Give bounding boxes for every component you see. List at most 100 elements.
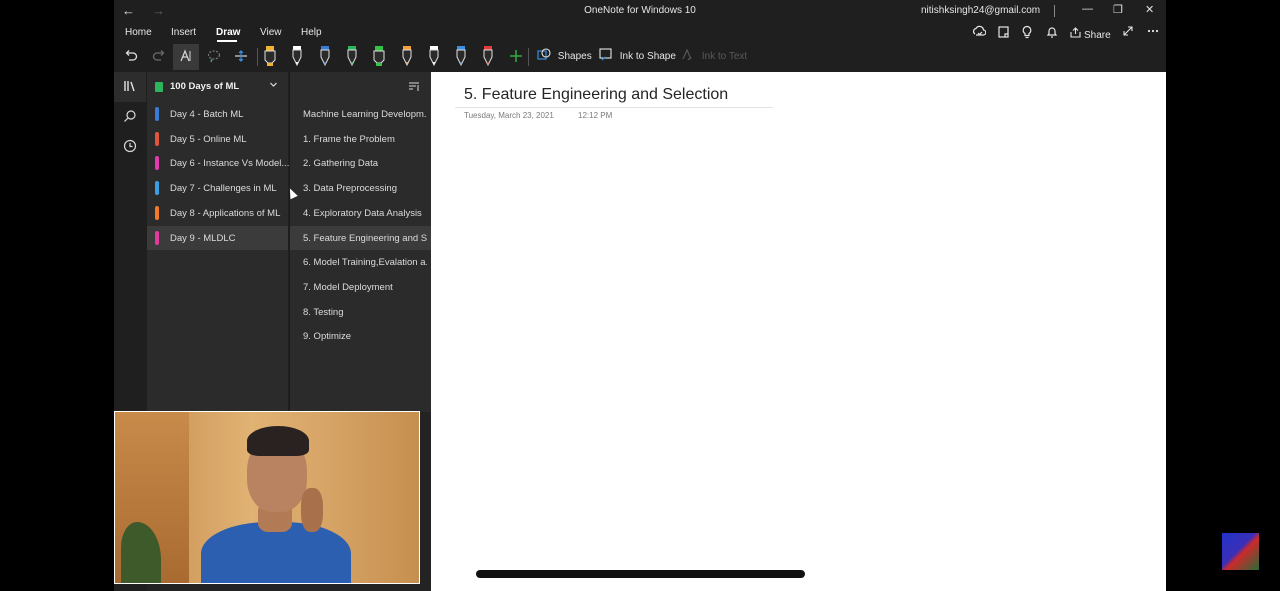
section-color-tab xyxy=(155,131,159,146)
undo-icon[interactable] xyxy=(123,48,139,67)
section-item[interactable]: Day 6 - Instance Vs Model... xyxy=(147,151,289,175)
pages-pane: Machine Learning Developm... 1. Frame the… xyxy=(289,72,432,412)
page-date: Tuesday, March 23, 2021 xyxy=(464,111,554,120)
section-color-tab xyxy=(155,230,159,245)
ink-to-text-label: Ink to Text xyxy=(701,51,748,62)
ink-to-text-button[interactable]: Ink to Text xyxy=(681,48,747,62)
pen-icon[interactable] xyxy=(290,45,304,67)
page-item[interactable]: 1. Frame the Problem xyxy=(290,127,432,151)
section-item[interactable]: Day 9 - MLDLC xyxy=(147,225,288,250)
active-tab-indicator xyxy=(217,40,237,42)
page-label: 9. Optimize xyxy=(303,331,352,343)
page-item[interactable]: 6. Model Training,Evalation a... xyxy=(290,250,432,274)
section-item[interactable]: Day 4 - Batch ML xyxy=(147,102,288,126)
webcam-person-hand xyxy=(301,488,323,532)
redo-icon[interactable] xyxy=(151,48,167,67)
shapes-label: Shapes xyxy=(557,51,592,62)
section-item[interactable]: Day 7 - Challenges in ML xyxy=(147,176,288,200)
eraser-icon[interactable] xyxy=(233,48,249,67)
tab-draw[interactable]: Draw xyxy=(216,27,240,38)
search-icon[interactable] xyxy=(123,109,137,126)
pen-icon[interactable] xyxy=(345,45,359,67)
shapes-button[interactable]: Shapes xyxy=(537,48,592,62)
tab-help[interactable]: Help xyxy=(301,27,322,38)
recent-icon[interactable] xyxy=(123,139,137,156)
page-label: 8. Testing xyxy=(303,306,344,318)
page-label: 7. Model Deployment xyxy=(303,281,393,293)
section-color-tab xyxy=(155,107,159,121)
section-label: Day 8 - Applications of ML xyxy=(170,207,281,219)
share-button[interactable]: Share xyxy=(1070,27,1111,41)
ribbon-tabs: Home Insert Draw View Help Share xyxy=(114,22,1166,44)
tab-view[interactable]: View xyxy=(260,27,282,38)
bell-icon[interactable] xyxy=(1046,25,1058,42)
webcam-person-hair xyxy=(247,426,309,456)
page-item[interactable]: 9. Optimize xyxy=(290,324,432,348)
close-button[interactable]: ✕ xyxy=(1145,3,1154,16)
channel-logo xyxy=(1222,533,1259,570)
page-label: 1. Frame the Problem xyxy=(303,133,395,145)
title-underline xyxy=(455,107,773,108)
ink-to-shape-icon xyxy=(599,48,612,61)
pen-icon[interactable] xyxy=(454,45,468,67)
page-item[interactable]: 7. Model Deployment xyxy=(290,275,432,299)
chevron-down-icon xyxy=(269,80,278,91)
page-item[interactable]: 8. Testing xyxy=(290,300,432,324)
section-label: Day 9 - MLDLC xyxy=(170,232,236,244)
pen-icon[interactable] xyxy=(427,45,441,67)
page-item[interactable]: 3. Data Preprocessing xyxy=(290,176,432,200)
section-label: Day 4 - Batch ML xyxy=(170,109,244,120)
share-label: Share xyxy=(1084,30,1111,41)
highlighter-icon[interactable] xyxy=(372,45,386,67)
highlighter-icon[interactable] xyxy=(263,45,277,67)
fullscreen-icon[interactable] xyxy=(1122,25,1134,40)
page-label: 2. Gathering Data xyxy=(303,158,378,170)
sections-pane: 100 Days of ML Day 4 - Batch ML Day 5 - O… xyxy=(147,72,289,412)
ink-to-shape-button[interactable]: Ink to Shape xyxy=(599,48,676,62)
page-label: 3. Data Preprocessing xyxy=(303,183,397,195)
minimize-button[interactable]: — xyxy=(1082,3,1093,15)
lightbulb-icon[interactable] xyxy=(1021,25,1033,42)
account-email[interactable]: nitishksingh24@gmail.com xyxy=(921,5,1040,16)
sort-icon[interactable] xyxy=(408,80,420,95)
horizontal-scrollbar[interactable] xyxy=(476,570,805,578)
notebooks-icon[interactable] xyxy=(123,79,137,96)
pen-icon[interactable] xyxy=(400,45,414,67)
add-pen-icon[interactable] xyxy=(509,48,523,67)
page-title[interactable]: 5. Feature Engineering and Selection xyxy=(464,86,728,104)
page-time: 12:12 PM xyxy=(578,111,613,120)
ink-to-text-icon xyxy=(682,48,692,61)
notebook-icon[interactable] xyxy=(997,25,1010,42)
webcam-overlay xyxy=(114,411,420,584)
section-color-tab xyxy=(155,156,159,171)
page-item[interactable]: 2. Gathering Data xyxy=(290,151,432,175)
pen-icon[interactable] xyxy=(318,45,332,67)
title-divider xyxy=(1054,5,1055,17)
restore-button[interactable]: ❐ xyxy=(1113,3,1123,16)
lasso-select-icon[interactable] xyxy=(206,48,222,67)
sync-icon[interactable] xyxy=(972,25,987,42)
page-label: 5. Feature Engineering and S... xyxy=(303,232,427,244)
tab-home[interactable]: Home xyxy=(125,27,152,38)
section-color-tab xyxy=(155,181,159,196)
section-item[interactable]: Day 5 - Online ML xyxy=(147,127,288,151)
more-icon[interactable] xyxy=(1147,25,1159,40)
page-item[interactable]: 5. Feature Engineering and S... xyxy=(290,225,432,250)
page-item[interactable]: Machine Learning Developm... xyxy=(290,102,432,126)
section-item[interactable]: Day 8 - Applications of ML xyxy=(147,201,288,225)
notebook-selector[interactable]: 100 Days of ML xyxy=(147,72,288,102)
share-icon xyxy=(1070,27,1081,38)
section-color-tab xyxy=(155,205,159,220)
tab-insert[interactable]: Insert xyxy=(171,27,196,38)
page-label: Machine Learning Developm... xyxy=(303,109,427,120)
notebook-name: 100 Days of ML xyxy=(170,81,240,92)
draw-toolbar: Shapes Ink to Shape Ink to Text xyxy=(114,44,1166,70)
page-item[interactable]: 4. Exploratory Data Analysis xyxy=(290,201,432,225)
toolbar-divider xyxy=(257,48,258,66)
section-label: Day 5 - Online ML xyxy=(170,133,247,145)
notebook-color-icon xyxy=(155,82,163,92)
ink-to-shape-label: Ink to Shape xyxy=(619,51,676,62)
page-label: 6. Model Training,Evalation a... xyxy=(303,257,427,269)
pen-icon[interactable] xyxy=(481,45,495,67)
note-canvas[interactable]: 5. Feature Engineering and Selection Tue… xyxy=(431,72,1166,591)
